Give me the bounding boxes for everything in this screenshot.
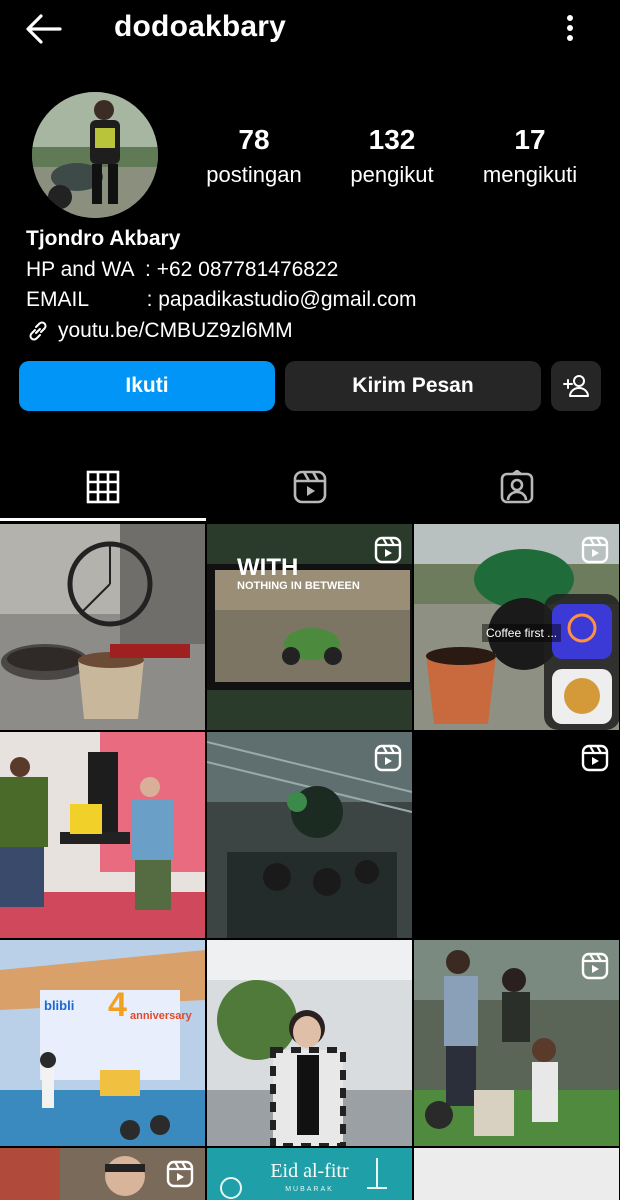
profile-full-name: Tjondro Akbary <box>26 227 181 250</box>
reel-badge-icon <box>581 952 609 980</box>
reel-badge-icon <box>581 536 609 564</box>
tagged-person-icon <box>500 470 534 504</box>
reels-icon <box>293 470 327 504</box>
following-count-value: 17 <box>514 124 546 155</box>
bio-email-line: EMAIL : papadikastudio@gmail.com <box>26 288 417 311</box>
grid-post[interactable]: Coffee first ... <box>414 524 619 730</box>
followers-count-value: 132 <box>368 124 416 155</box>
post-overlay-eid-subtitle: MUBARAK <box>285 1186 334 1193</box>
post-overlay-number: 4 <box>108 986 127 1024</box>
bio-link[interactable]: youtu.be/CMBUZ9zl6MM <box>26 316 417 347</box>
bio-link-text[interactable]: youtu.be/CMBUZ9zl6MM <box>58 316 293 347</box>
followers-count-label: pengikut <box>350 162 434 187</box>
grid-post[interactable] <box>0 732 205 938</box>
grid-post[interactable] <box>414 732 619 938</box>
grid-post[interactable] <box>0 1148 205 1200</box>
posts-grid: WITH NOTHING IN BETWEEN Coffee first ... <box>0 524 620 1200</box>
profile-username: dodoakbary <box>114 10 287 43</box>
tab-tagged[interactable] <box>414 452 620 522</box>
follow-button-label: Ikuti <box>125 374 169 397</box>
grid-post[interactable] <box>414 1148 619 1200</box>
active-tab-indicator <box>0 518 206 521</box>
grid-post[interactable] <box>414 940 619 1146</box>
followers-count[interactable]: 132 pengikut <box>344 124 440 188</box>
post-overlay-title: WITH <box>237 554 299 581</box>
post-overlay-anniversary: anniversary <box>130 1010 192 1022</box>
tab-reels[interactable] <box>207 452 413 522</box>
reel-badge-icon <box>581 744 609 772</box>
posts-count[interactable]: 78 postingan <box>202 124 306 188</box>
post-overlay-brand: blibli <box>44 998 75 1013</box>
following-count-label: mengikuti <box>482 162 578 187</box>
grid-post[interactable] <box>207 732 412 938</box>
grid-post[interactable]: WITH NOTHING IN BETWEEN <box>207 524 412 730</box>
reel-badge-icon <box>374 744 402 772</box>
reel-badge-icon <box>374 536 402 564</box>
reel-badge-icon <box>166 1160 194 1188</box>
top-bar: dodoakbary <box>0 0 620 56</box>
message-button[interactable]: Kirim Pesan <box>285 361 541 411</box>
grid-post[interactable]: Eid al-fitr MUBARAK <box>207 1148 412 1200</box>
grid-post[interactable]: blibli 4 anniversary <box>0 940 205 1146</box>
add-person-icon <box>563 375 589 397</box>
profile-tabs <box>0 452 620 522</box>
tab-posts-grid[interactable] <box>0 452 206 522</box>
more-options-icon[interactable] <box>558 12 582 44</box>
link-icon <box>29 321 47 341</box>
follow-button[interactable]: Ikuti <box>19 361 275 411</box>
posts-count-value: 78 <box>238 124 270 155</box>
message-button-label: Kirim Pesan <box>352 374 474 397</box>
grid-post[interactable] <box>207 940 412 1146</box>
post-overlay-caption: Coffee first ... <box>482 624 562 642</box>
posts-count-label: postingan <box>206 162 302 187</box>
grid-post[interactable] <box>0 524 205 730</box>
profile-bio: Tjondro Akbary HP and WA : +62 087781476… <box>26 224 417 346</box>
suggest-people-button[interactable] <box>551 361 601 411</box>
following-count[interactable]: 17 mengikuti <box>478 124 582 188</box>
post-overlay-eid-title: Eid al-fitr <box>270 1160 349 1182</box>
profile-avatar[interactable] <box>32 92 158 218</box>
bio-phone-line: HP and WA : +62 087781476822 <box>26 257 339 281</box>
post-overlay-subtitle: NOTHING IN BETWEEN <box>237 580 360 592</box>
grid-icon <box>86 470 120 504</box>
back-arrow-icon[interactable] <box>24 12 64 46</box>
